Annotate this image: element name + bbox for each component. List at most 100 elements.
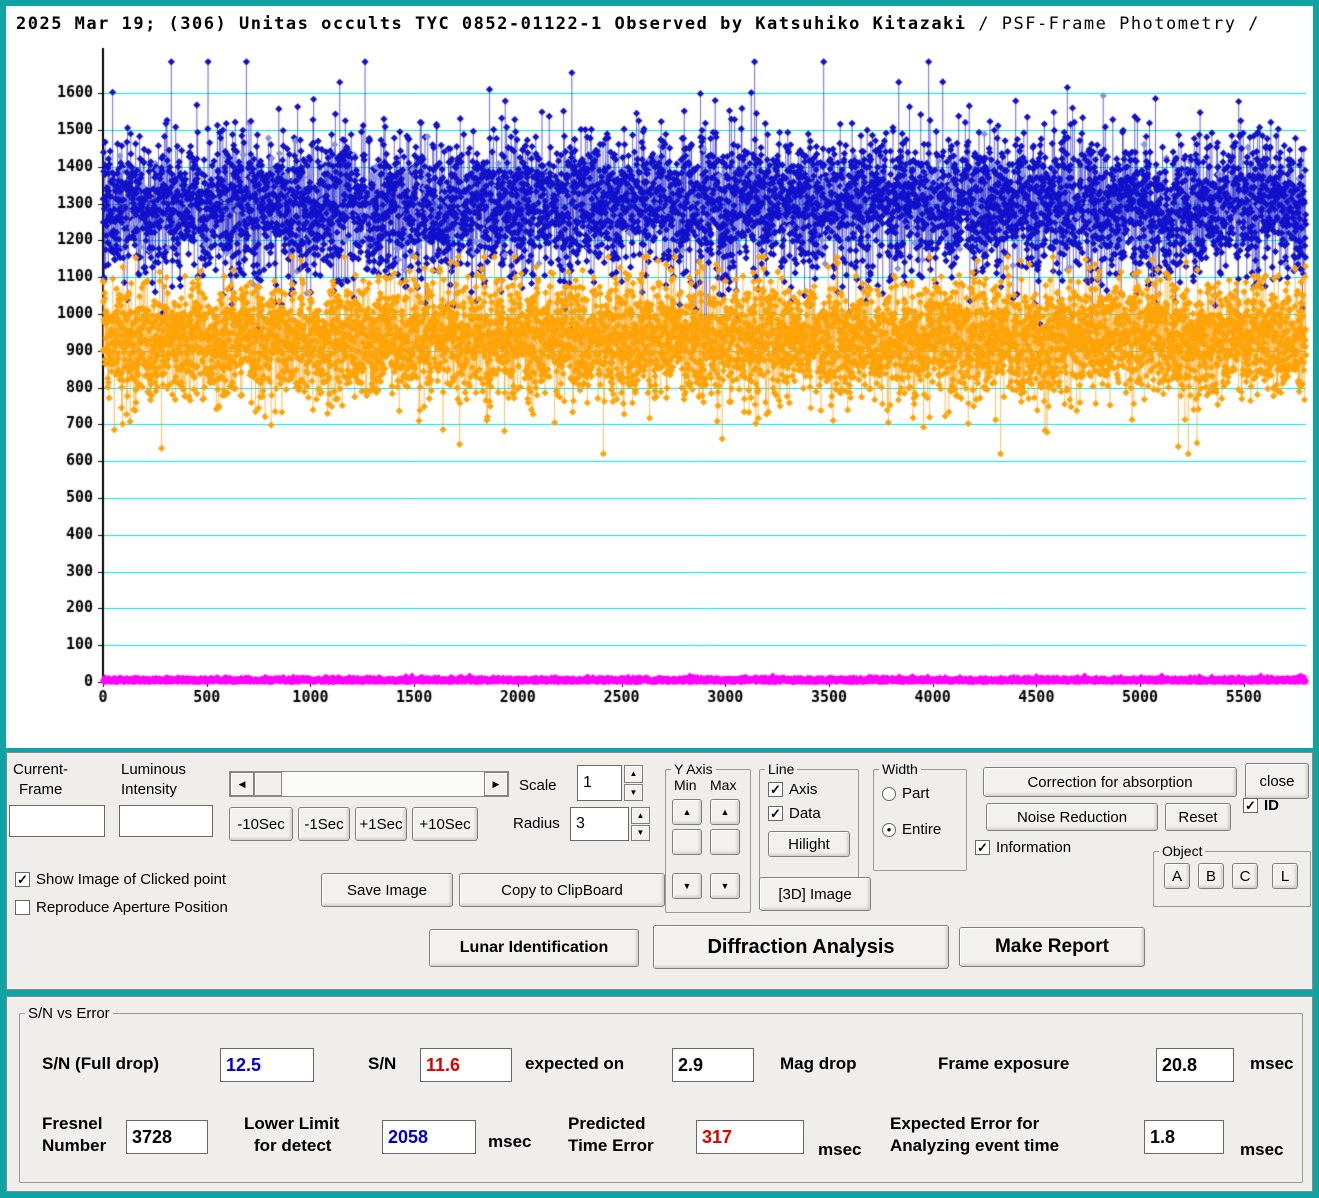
scrollbar-track[interactable] <box>282 772 484 796</box>
sn-vs-error-legend: S/N vs Error <box>28 1005 110 1022</box>
frame-exposure-label: Frame exposure <box>938 1054 1070 1073</box>
light-curve-plot[interactable] <box>6 36 1313 748</box>
id-checkbox-label: ID <box>1264 797 1279 814</box>
axis-checkbox-box: ✓ <box>768 782 783 797</box>
minus-1sec-button[interactable]: -1Sec <box>298 807 350 841</box>
frame-exposure-msec-label: msec <box>1250 1054 1294 1073</box>
radius-value[interactable]: 3 <box>570 807 629 841</box>
close-button[interactable]: close <box>1245 763 1309 799</box>
sn-input[interactable] <box>420 1048 512 1082</box>
lunar-identification-button[interactable]: Lunar Identification <box>429 929 639 967</box>
scrollbar-thumb[interactable] <box>254 772 282 796</box>
object-b-button[interactable]: B <box>1198 863 1224 889</box>
radius-down-icon[interactable]: ▼ <box>631 824 650 841</box>
plus-10sec-button[interactable]: +10Sec <box>412 807 478 841</box>
axis-checkbox-label: Axis <box>789 781 818 798</box>
y-max-down-icon[interactable]: ▼ <box>710 873 740 899</box>
sn-full-drop-label: S/N (Full drop) <box>42 1054 160 1073</box>
y-max-up-icon[interactable]: ▲ <box>710 799 740 825</box>
y-min-down-icon[interactable]: ▼ <box>672 873 702 899</box>
id-checkbox[interactable]: ✓ ID <box>1243 797 1279 814</box>
correction-for-absorption-button[interactable]: Correction for absorption <box>983 767 1237 797</box>
current-frame-label: Current- <box>13 761 69 778</box>
predicted-msec-label: msec <box>818 1140 862 1159</box>
object-a-button[interactable]: A <box>1164 863 1190 889</box>
copy-to-clipboard-button[interactable]: Copy to ClipBoard <box>459 873 665 907</box>
y-max-track[interactable] <box>710 829 740 855</box>
make-report-button[interactable]: Make Report <box>959 927 1145 967</box>
width-group: Width Part ● Entire <box>873 761 967 871</box>
noise-reduction-button[interactable]: Noise Reduction <box>986 803 1158 831</box>
sn-full-drop-input[interactable] <box>220 1048 314 1082</box>
line-group: Line ✓ Axis ✓ Data Hilight <box>759 761 859 889</box>
data-checkbox-label: Data <box>789 805 821 822</box>
expected-error-label: Expected Error for <box>890 1114 1040 1133</box>
reproduce-aperture-checkbox-label: Reproduce Aperture Position <box>36 899 228 916</box>
scroll-right-icon[interactable]: ▶ <box>484 772 508 796</box>
width-entire-radio-circle: ● <box>882 822 896 837</box>
object-l-button[interactable]: L <box>1272 863 1298 889</box>
scale-down-icon[interactable]: ▼ <box>624 783 643 801</box>
width-entire-radio[interactable]: ● Entire <box>882 821 941 838</box>
luminous-intensity-input[interactable] <box>119 805 213 837</box>
y-min-track[interactable] <box>672 829 702 855</box>
object-group: Object A B C L <box>1153 843 1311 907</box>
hilight-button[interactable]: Hilight <box>768 831 850 857</box>
width-group-legend: Width <box>882 761 918 777</box>
scale-value[interactable]: 1 <box>577 765 622 801</box>
plus-1sec-button[interactable]: +1Sec <box>355 807 407 841</box>
current-frame-input[interactable] <box>9 805 105 837</box>
scroll-left-icon[interactable]: ◀ <box>230 772 254 796</box>
scale-up-icon[interactable]: ▲ <box>624 765 643 783</box>
chart-title: 2025 Mar 19; (306) Unitas occults TYC 08… <box>16 14 1260 34</box>
lower-limit-label: Lower Limit <box>244 1114 340 1133</box>
reproduce-aperture-checkbox-box <box>15 900 30 915</box>
radius-spinner: 3 ▲ ▼ <box>570 807 650 841</box>
data-checkbox-box: ✓ <box>768 806 783 821</box>
lower-limit-msec-label: msec <box>488 1132 532 1151</box>
minus-10sec-button[interactable]: -10Sec <box>229 807 293 841</box>
frame-exposure-input[interactable] <box>1156 1048 1234 1082</box>
predicted-time-error-input[interactable] <box>696 1120 804 1154</box>
fresnel-label: Fresnel <box>42 1114 103 1133</box>
fresnel-label-2: Number <box>42 1136 107 1155</box>
sn-vs-error-group: S/N vs Error S/N (Full drop) S/N expecte… <box>19 1005 1303 1183</box>
luminous-intensity-label: Luminous <box>121 761 187 778</box>
sn-label: S/N <box>368 1054 397 1073</box>
predicted-label-2: Time Error <box>568 1136 654 1155</box>
reset-button[interactable]: Reset <box>1165 803 1231 831</box>
y-axis-max-label: Max <box>710 777 737 793</box>
current-frame-label-2: Frame <box>19 781 63 798</box>
frame-scrollbar[interactable]: ◀ ▶ <box>229 771 509 797</box>
y-min-up-icon[interactable]: ▲ <box>672 799 702 825</box>
y-axis-group: Y Axis Min Max ▲ ▲ ▼ ▼ <box>665 761 751 913</box>
diffraction-analysis-button[interactable]: Diffraction Analysis <box>653 925 949 969</box>
expected-on-label: expected on <box>525 1054 625 1073</box>
data-checkbox[interactable]: ✓ Data <box>768 805 821 822</box>
line-group-legend: Line <box>768 761 795 777</box>
radius-label: Radius <box>513 815 560 832</box>
y-axis-min-label: Min <box>674 777 697 793</box>
show-image-checkbox[interactable]: ✓ Show Image of Clicked point <box>15 871 226 888</box>
show-image-checkbox-box: ✓ <box>15 872 30 887</box>
3d-image-button[interactable]: [3D] Image <box>759 877 871 911</box>
information-checkbox[interactable]: ✓ Information <box>975 839 1071 856</box>
chart-title-suffix: / PSF-Frame Photometry / <box>966 14 1260 34</box>
information-checkbox-label: Information <box>996 839 1072 856</box>
object-c-button[interactable]: C <box>1232 863 1258 889</box>
expected-on-input[interactable] <box>672 1048 754 1082</box>
expected-error-input[interactable] <box>1144 1120 1224 1154</box>
light-curve-chart-area: 2025 Mar 19; (306) Unitas occults TYC 08… <box>6 6 1313 748</box>
object-group-legend: Object <box>1162 843 1203 859</box>
fresnel-number-input[interactable] <box>126 1120 208 1154</box>
width-part-radio[interactable]: Part <box>882 785 930 802</box>
radius-up-icon[interactable]: ▲ <box>631 807 650 824</box>
information-checkbox-box: ✓ <box>975 840 990 855</box>
width-part-radio-circle <box>882 786 896 801</box>
axis-checkbox[interactable]: ✓ Axis <box>768 781 817 798</box>
reproduce-aperture-checkbox[interactable]: Reproduce Aperture Position <box>15 899 228 916</box>
scale-spinner: 1 ▲ ▼ <box>577 765 643 801</box>
scale-label: Scale <box>519 777 557 794</box>
lower-limit-input[interactable] <box>382 1120 476 1154</box>
save-image-button[interactable]: Save Image <box>321 873 453 907</box>
